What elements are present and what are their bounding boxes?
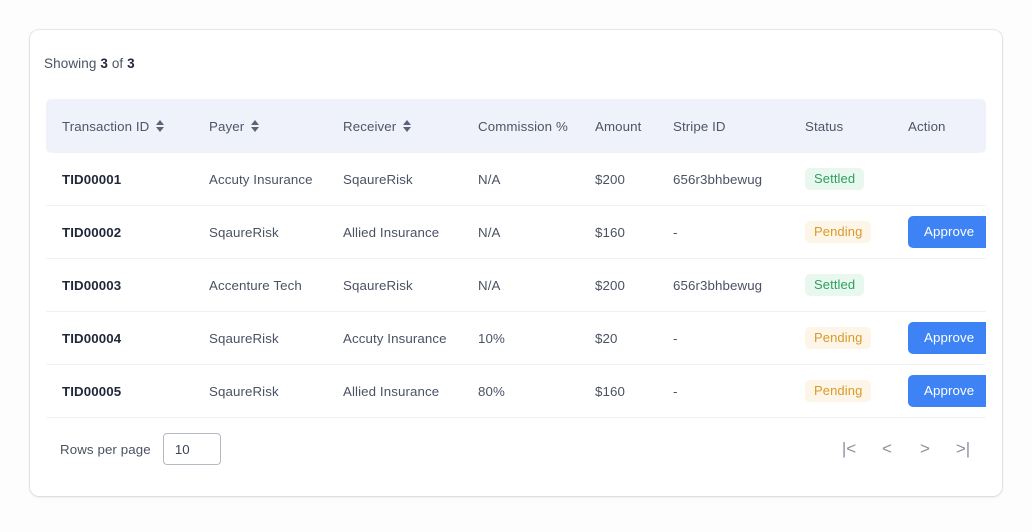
cell-stripe-id: 656r3bhbewug — [657, 153, 789, 206]
last-page-button[interactable]: >| — [946, 432, 980, 466]
cell-commission: 80% — [462, 364, 579, 418]
column-header-status: Status — [789, 99, 892, 153]
column-label: Action — [908, 118, 946, 134]
cell-action: Approve — [892, 205, 986, 259]
pagination-controls: |< < > >| — [832, 432, 980, 466]
rows-per-page-value: 10 — [174, 441, 190, 457]
cell-receiver: Allied Insurance — [327, 364, 462, 418]
status-badge: Pending — [805, 221, 872, 243]
column-header-transaction-id[interactable]: Transaction ID — [46, 99, 193, 153]
cell-transaction-id: TID00002 — [46, 205, 193, 259]
cell-stripe-id: - — [657, 311, 789, 365]
status-badge: Settled — [805, 274, 865, 296]
cell-action — [892, 153, 986, 206]
transactions-table: Transaction ID Payer Receiver Commission… — [46, 99, 986, 418]
cell-amount: $200 — [579, 153, 657, 206]
sort-icon[interactable] — [156, 120, 165, 132]
cell-status: Settled — [789, 153, 892, 206]
column-header-action: Action — [892, 99, 986, 153]
cell-amount: $160 — [579, 364, 657, 418]
status-badge: Pending — [805, 327, 872, 349]
showing-prefix: Showing — [44, 56, 97, 71]
cell-receiver: Allied Insurance — [327, 205, 462, 259]
previous-page-button[interactable]: < — [870, 432, 904, 466]
cell-receiver: SqaureRisk — [327, 258, 462, 312]
showing-total: 3 — [127, 56, 135, 71]
cell-commission: N/A — [462, 205, 579, 259]
showing-summary: Showing 3 of 3 — [44, 56, 135, 71]
column-header-receiver[interactable]: Receiver — [327, 99, 462, 153]
sort-icon[interactable] — [403, 120, 412, 132]
column-label: Amount — [595, 118, 642, 134]
approve-button[interactable]: Approve — [908, 215, 986, 249]
status-badge: Settled — [805, 168, 865, 190]
column-header-amount: Amount — [579, 99, 657, 153]
rows-per-page-label: Rows per page — [60, 441, 151, 457]
cell-transaction-id: TID00005 — [46, 364, 193, 418]
table-row: TID00005 SqaureRisk Allied Insurance 80% $16… — [46, 364, 986, 418]
cell-transaction-id: TID00001 — [46, 153, 193, 206]
column-label: Commission % — [478, 118, 568, 134]
cell-stripe-id: - — [657, 364, 789, 418]
cell-receiver: SqaureRisk — [327, 153, 462, 206]
column-label: Stripe ID — [673, 118, 726, 134]
header-row: Transaction ID Payer Receiver Commission… — [46, 99, 986, 153]
cell-action — [892, 258, 986, 312]
table-header: Transaction ID Payer Receiver Commission… — [46, 99, 986, 153]
table-row: TID00003 Accenture Tech SqaureRisk N/A $200 6… — [46, 258, 986, 312]
table-row: TID00004 SqaureRisk Accuty Insurance 10% $20… — [46, 311, 986, 365]
column-header-payer[interactable]: Payer — [193, 99, 327, 153]
cell-commission: 10% — [462, 311, 579, 365]
table-row: TID00002 SqaureRisk Allied Insurance N/A $16… — [46, 205, 986, 259]
column-label: Status — [805, 118, 844, 134]
cell-stripe-id: - — [657, 205, 789, 259]
column-label: Receiver — [343, 118, 397, 134]
cell-payer: SqaureRisk — [193, 311, 327, 365]
cell-amount: $200 — [579, 258, 657, 312]
table-body: TID00001 Accuty Insurance SqaureRisk N/A $20… — [46, 153, 986, 418]
cell-commission: N/A — [462, 258, 579, 312]
showing-middle: of — [111, 56, 124, 71]
approve-button[interactable]: Approve — [908, 374, 986, 408]
showing-count: 3 — [100, 56, 108, 71]
cell-amount: $160 — [579, 205, 657, 259]
approve-button[interactable]: Approve — [908, 321, 986, 355]
column-label: Payer — [209, 118, 245, 134]
cell-payer: Accuty Insurance — [193, 153, 327, 206]
cell-status: Pending — [789, 311, 892, 365]
cell-payer: SqaureRisk — [193, 364, 327, 418]
first-page-button[interactable]: |< — [832, 432, 866, 466]
column-label: Transaction ID — [62, 118, 150, 134]
cell-stripe-id: 656r3bhbewug — [657, 258, 789, 312]
next-page-button[interactable]: > — [908, 432, 942, 466]
cell-receiver: Accuty Insurance — [327, 311, 462, 365]
cell-action: Approve — [892, 311, 986, 365]
table-footer: Rows per page 10 |< < > >| — [46, 432, 986, 466]
cell-payer: SqaureRisk — [193, 205, 327, 259]
column-header-stripe-id: Stripe ID — [657, 99, 789, 153]
sort-icon[interactable] — [251, 120, 260, 132]
status-badge: Pending — [805, 380, 872, 402]
cell-transaction-id: TID00003 — [46, 258, 193, 312]
cell-status: Settled — [789, 258, 892, 312]
column-header-commission: Commission % — [462, 99, 579, 153]
transactions-card: Showing 3 of 3 Transaction ID Payer Rece… — [30, 30, 1002, 496]
cell-status: Pending — [789, 364, 892, 418]
cell-status: Pending — [789, 205, 892, 259]
cell-commission: N/A — [462, 153, 579, 206]
rows-per-page-control: Rows per page 10 — [60, 433, 221, 465]
cell-payer: Accenture Tech — [193, 258, 327, 312]
cell-amount: $20 — [579, 311, 657, 365]
cell-transaction-id: TID00004 — [46, 311, 193, 365]
transactions-table-wrapper: Transaction ID Payer Receiver Commission… — [46, 99, 986, 418]
table-row: TID00001 Accuty Insurance SqaureRisk N/A $20… — [46, 153, 986, 206]
rows-per-page-select[interactable]: 10 — [162, 433, 221, 465]
cell-action: Approve — [892, 364, 986, 418]
